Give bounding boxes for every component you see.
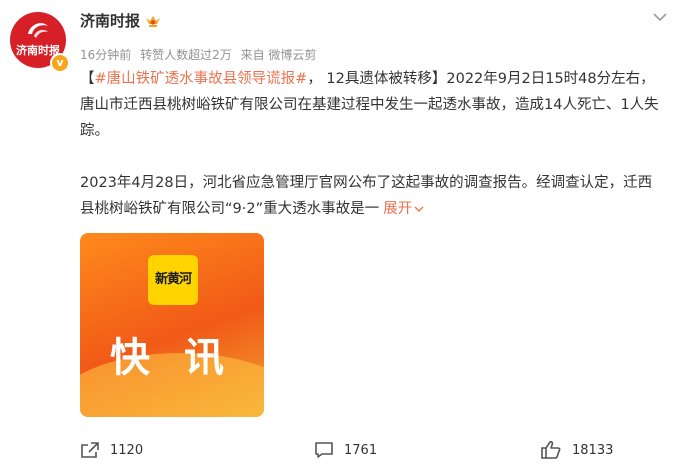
comment-count: 1761 bbox=[344, 442, 378, 458]
image-brand-tag: 新黄河 bbox=[148, 255, 198, 305]
expand-link[interactable]: 展开 bbox=[383, 201, 424, 217]
image-headline: 快 讯 bbox=[110, 335, 234, 381]
like-count: 18133 bbox=[572, 442, 614, 458]
post-content: 【#唐山铁矿透水事故县领导谎报#， 12具遗体被转移】2022年9月2日15时4… bbox=[80, 66, 666, 222]
action-bar: 1120 1761 18133 bbox=[0, 432, 678, 468]
post-meta: 16分钟前 转赞人数超过2万 来自 微博云剪 bbox=[80, 46, 321, 64]
chevron-down-icon[interactable] bbox=[651, 10, 669, 24]
post-image[interactable]: 新黄河 快 讯 bbox=[80, 233, 264, 417]
verified-badge-icon: v bbox=[50, 53, 70, 73]
comment-icon bbox=[315, 442, 333, 458]
post-source: 来自 微博云剪 bbox=[240, 48, 317, 62]
post-text-2: 2023年4月28日，河北省应急管理厅官网公布了这起事故的调查报告。经调查认定，… bbox=[80, 175, 653, 217]
vip-crown-icon bbox=[146, 16, 160, 27]
weibo-post-card: 济南时报 v 济南时报 16分钟前 转赞人数超过2万 来自 微博云剪 【#唐山铁… bbox=[0, 0, 678, 472]
account-name[interactable]: 济南时报 bbox=[80, 10, 140, 32]
like-button[interactable]: 18133 bbox=[540, 440, 613, 460]
expand-chevron-icon bbox=[414, 206, 424, 212]
post-time[interactable]: 16分钟前 bbox=[80, 48, 131, 62]
forward-icon bbox=[81, 442, 99, 458]
forward-count: 1120 bbox=[110, 442, 144, 458]
open-bracket: 【 bbox=[80, 71, 95, 87]
brand-logo-icon bbox=[28, 23, 48, 38]
topic-link[interactable]: #唐山铁矿透水事故县领导谎报# bbox=[95, 71, 308, 87]
post-paragraph-1: 【#唐山铁矿透水事故县领导谎报#， 12具遗体被转移】2022年9月2日15时4… bbox=[80, 66, 666, 144]
reposts-note: 转赞人数超过2万 bbox=[140, 48, 232, 62]
forward-button[interactable]: 1120 bbox=[80, 440, 143, 460]
post-paragraph-2: 2023年4月28日，河北省应急管理厅官网公布了这起事故的调查报告。经调查认定，… bbox=[80, 170, 666, 222]
comment-button[interactable]: 1761 bbox=[314, 440, 377, 460]
thumbs-up-icon bbox=[541, 440, 561, 459]
expand-label: 展开 bbox=[383, 201, 413, 217]
